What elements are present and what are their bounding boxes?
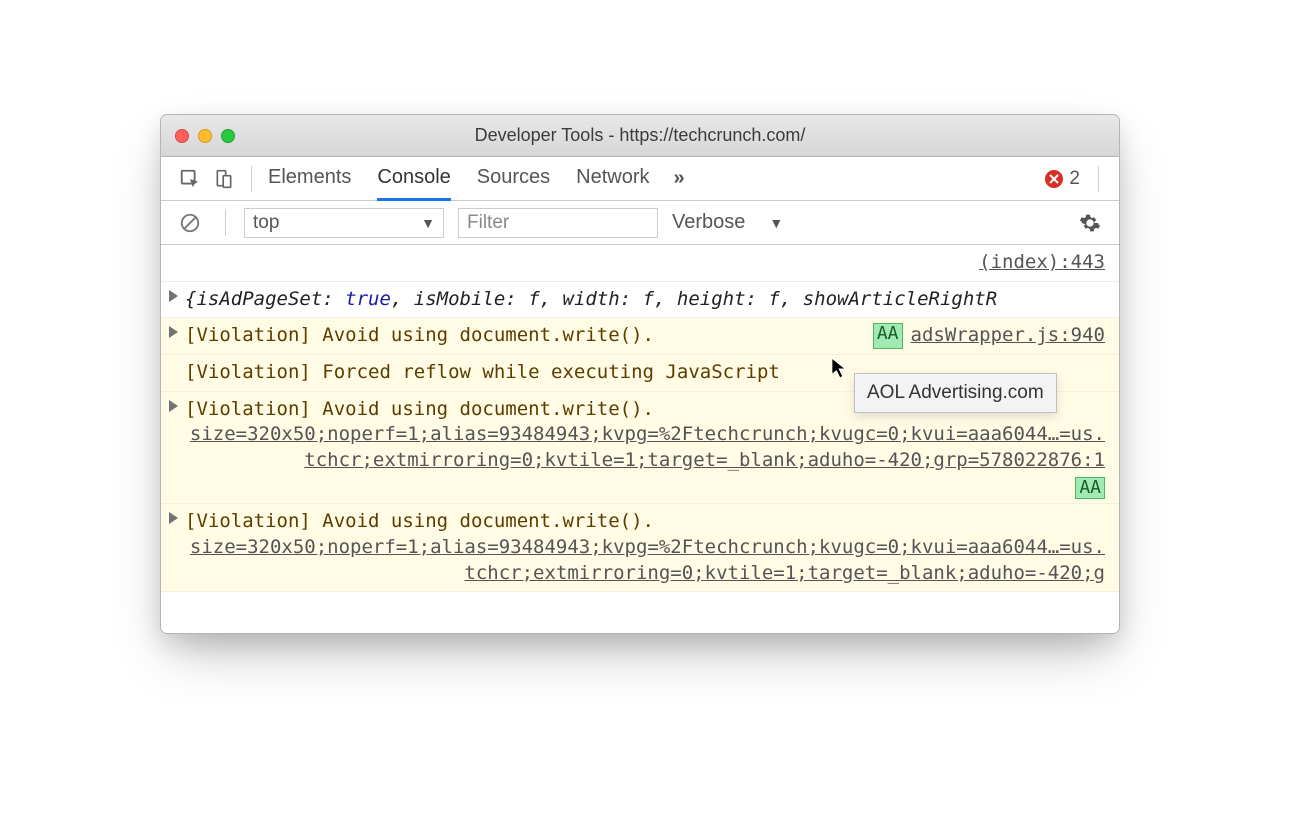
more-tabs-button[interactable]: » bbox=[674, 167, 685, 190]
minimize-window-button[interactable] bbox=[198, 129, 212, 143]
message-source-link[interactable]: (index):443 bbox=[979, 250, 1105, 276]
traffic-lights bbox=[175, 129, 235, 143]
console-row-source-only: (index):443 bbox=[161, 245, 1119, 282]
error-count: 2 bbox=[1069, 168, 1080, 190]
console-row-object: {isAdPageSet: true, isMobile: f, width: … bbox=[161, 282, 1119, 319]
dropdown-icon: ▼ bbox=[769, 215, 783, 231]
third-party-badge[interactable]: AA bbox=[873, 323, 903, 349]
third-party-badge[interactable]: AA bbox=[1075, 477, 1105, 500]
devtools-window: Developer Tools - https://techcrunch.com… bbox=[160, 114, 1120, 634]
inspect-element-icon[interactable] bbox=[173, 162, 207, 196]
console-settings-icon[interactable] bbox=[1073, 206, 1107, 240]
expand-toggle-icon[interactable] bbox=[169, 400, 178, 412]
tabbar-right: 2 bbox=[1045, 166, 1107, 192]
expand-toggle-icon[interactable] bbox=[169, 512, 178, 524]
console-toolbar: top ▼ Filter Verbose ▼ bbox=[161, 201, 1119, 245]
error-count-badge[interactable]: 2 bbox=[1045, 168, 1080, 190]
context-selector[interactable]: top ▼ bbox=[244, 208, 444, 238]
separator bbox=[1098, 166, 1099, 192]
devtools-tabbar: Elements Console Sources Network » 2 bbox=[161, 157, 1119, 201]
expand-toggle-icon[interactable] bbox=[169, 326, 178, 338]
violation-message: [Violation] Avoid using document.write()… bbox=[185, 323, 654, 349]
badge-tooltip: AOL Advertising.com bbox=[854, 373, 1057, 413]
object-preview[interactable]: {isAdPageSet: true, isMobile: f, width: … bbox=[185, 287, 997, 313]
violation-message: [Violation] Avoid using document.write()… bbox=[185, 509, 654, 535]
log-level-selector[interactable]: Verbose ▼ bbox=[672, 211, 783, 234]
tab-sources[interactable]: Sources bbox=[477, 157, 550, 201]
window-title: Developer Tools - https://techcrunch.com… bbox=[161, 125, 1119, 146]
console-row-violation: [Violation] Avoid using document.write()… bbox=[161, 318, 1119, 355]
message-source-link[interactable]: size=320x50;noperf=1;alias=93484943;kvpg… bbox=[185, 422, 1105, 473]
expand-toggle-icon[interactable] bbox=[169, 290, 178, 302]
message-source-link[interactable]: size=320x50;noperf=1;alias=93484943;kvpg… bbox=[185, 535, 1105, 586]
log-level-value: Verbose bbox=[672, 211, 745, 234]
console-messages: (index):443 {isAdPageSet: true, isMobile… bbox=[161, 245, 1119, 633]
tab-network[interactable]: Network bbox=[576, 157, 649, 201]
violation-message: [Violation] Forced reflow while executin… bbox=[185, 360, 780, 386]
close-window-button[interactable] bbox=[175, 129, 189, 143]
device-toolbar-icon[interactable] bbox=[207, 162, 241, 196]
filter-input[interactable]: Filter bbox=[458, 208, 658, 238]
separator bbox=[251, 166, 252, 192]
console-row-violation: [Violation] Avoid using document.write()… bbox=[161, 504, 1119, 592]
zoom-window-button[interactable] bbox=[221, 129, 235, 143]
dropdown-icon: ▼ bbox=[421, 215, 435, 231]
message-source-link[interactable]: adsWrapper.js:940 bbox=[911, 323, 1105, 349]
titlebar: Developer Tools - https://techcrunch.com… bbox=[161, 115, 1119, 157]
context-value: top bbox=[253, 212, 279, 234]
violation-message: [Violation] Avoid using document.write()… bbox=[185, 397, 654, 423]
clear-console-icon[interactable] bbox=[173, 206, 207, 240]
filter-placeholder: Filter bbox=[467, 212, 509, 234]
tab-console[interactable]: Console bbox=[377, 157, 450, 201]
panel-tabs: Elements Console Sources Network bbox=[268, 157, 650, 201]
tab-elements[interactable]: Elements bbox=[268, 157, 351, 201]
error-icon bbox=[1045, 170, 1063, 188]
separator bbox=[225, 210, 226, 236]
